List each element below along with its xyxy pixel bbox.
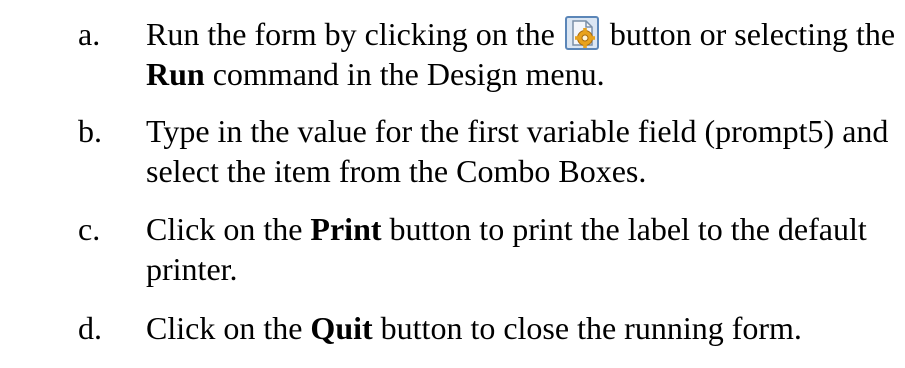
quit-button-label: Quit [310, 310, 373, 346]
step-c-text-start: Click on the [146, 211, 311, 247]
step-a-text-end: button or selecting the [601, 16, 896, 52]
step-a-line-2: Run command in the Design menu. [146, 54, 896, 94]
step-a-line-2-rest: command in the Design menu. [204, 56, 605, 92]
step-d-text-end: button to close the running form. [372, 310, 802, 346]
step-d-line-1: Click on the Quit button to close the ru… [146, 308, 896, 348]
step-c-text-end: button to print the label to the default [381, 211, 867, 247]
step-a-marker: a. [78, 16, 101, 52]
step-c-line-2: printer. [146, 251, 238, 287]
step-a-line-1: Run the form by clicking on the button o… [146, 14, 896, 54]
step-a-text-start: Run the form by clicking on the [146, 16, 563, 52]
step-b-line-2: select the item from the Combo Boxes. [146, 153, 647, 189]
step-d-marker: d. [78, 310, 102, 346]
step-b-marker: b. [78, 113, 102, 149]
run-form-icon[interactable] [564, 16, 599, 50]
step-d-text-start: Click on the [146, 310, 311, 346]
step-b-line-1: Type in the value for the first variable… [146, 113, 889, 149]
step-b-text: Type in the value for the first variable… [146, 111, 896, 191]
instruction-list: a. Run the form by clicking on the butto… [0, 0, 905, 368]
step-c-line-1: Click on the Print button to print the l… [146, 209, 896, 249]
step-c-text: Click on the Print button to print the l… [146, 209, 896, 289]
step-c-marker: c. [78, 211, 101, 247]
step-d-text: Click on the Quit button to close the ru… [146, 308, 896, 348]
run-command-label: Run [146, 56, 205, 92]
step-a-text: Run the form by clicking on the button o… [146, 14, 896, 94]
print-button-label: Print [310, 211, 382, 247]
